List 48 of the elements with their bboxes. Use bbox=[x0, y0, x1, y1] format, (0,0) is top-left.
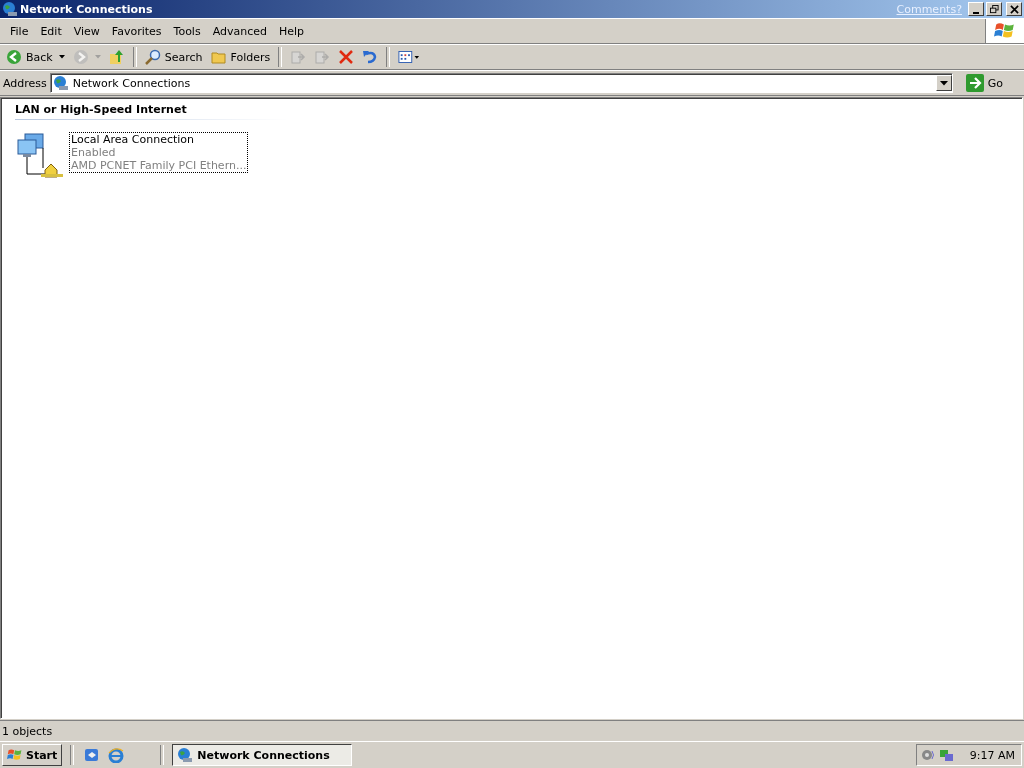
views-icon bbox=[398, 49, 421, 65]
start-button[interactable]: Start bbox=[2, 744, 63, 766]
desktop-shortcut-icon[interactable] bbox=[84, 747, 101, 763]
menu-item[interactable]: Edit bbox=[34, 22, 68, 40]
up-folder-icon bbox=[108, 49, 125, 65]
dropdown-caret-icon bbox=[58, 55, 65, 59]
menu-item[interactable]: Favorites bbox=[105, 22, 168, 40]
menu-item[interactable]: Advanced bbox=[206, 22, 273, 40]
taskbar-button[interactable]: Network Connections bbox=[172, 744, 353, 766]
dropdown-caret-icon bbox=[94, 55, 101, 59]
group-header: LAN or High-Speed Internet bbox=[15, 102, 287, 120]
speaker-icon[interactable] bbox=[919, 747, 936, 763]
globe-icon bbox=[2, 1, 18, 17]
address-field[interactable]: Network Connections bbox=[49, 73, 953, 93]
back-button[interactable]: Back bbox=[3, 48, 68, 66]
menu-item[interactable]: File bbox=[4, 22, 35, 40]
minimize-button[interactable] bbox=[968, 2, 984, 16]
caret-icon bbox=[939, 80, 948, 86]
address-label: Address bbox=[3, 76, 47, 90]
globe-icon bbox=[52, 75, 69, 91]
move-to-icon bbox=[290, 49, 307, 65]
restore-icon bbox=[989, 4, 999, 14]
menu-item[interactable]: Tools bbox=[167, 22, 207, 40]
arrow-icon bbox=[965, 74, 984, 92]
delete-icon bbox=[338, 49, 355, 65]
search-icon bbox=[144, 49, 161, 65]
menu-item[interactable]: View bbox=[67, 22, 106, 40]
globe-icon bbox=[177, 747, 194, 763]
search-button[interactable]: Search bbox=[141, 48, 206, 66]
minimize-icon bbox=[973, 11, 979, 14]
folder-icon bbox=[210, 49, 227, 65]
copy-to-icon bbox=[314, 49, 331, 65]
window-title: Network Connections bbox=[20, 2, 153, 16]
network-computers-icon bbox=[15, 132, 65, 180]
menu-item[interactable]: Help bbox=[273, 22, 311, 40]
close-icon bbox=[1009, 4, 1019, 14]
folders-button[interactable]: Folders bbox=[207, 48, 274, 66]
dropdown-button[interactable] bbox=[935, 75, 952, 91]
network-tray-icon[interactable] bbox=[938, 747, 955, 763]
browser-icon[interactable] bbox=[108, 747, 125, 763]
close-button[interactable] bbox=[1006, 2, 1022, 16]
status-text: 1 objects bbox=[2, 724, 53, 738]
clock: 9:17 AM bbox=[969, 748, 1015, 762]
undo-icon bbox=[362, 49, 379, 65]
go-button[interactable]: Go bbox=[955, 74, 1021, 92]
flag-icon bbox=[7, 747, 23, 763]
connection-item[interactable]: Local Area Connection Enabled AMD PCNET Family PCI Ethern... bbox=[69, 132, 249, 173]
restore-button[interactable] bbox=[986, 2, 1002, 16]
